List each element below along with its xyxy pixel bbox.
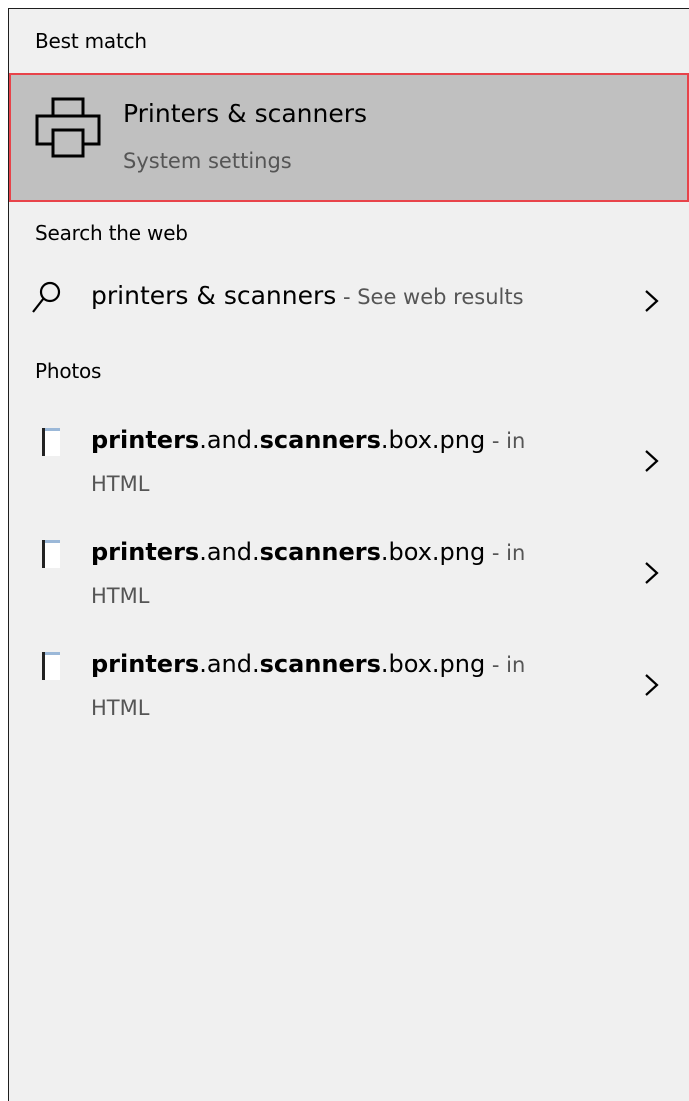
photos-header: Photos: [35, 359, 102, 383]
photo-file-name: printers.and.scanners.box.png - in: [91, 650, 525, 678]
file-icon: [42, 540, 60, 568]
file-name-part: printers: [91, 426, 200, 454]
best-match-header: Best match: [35, 29, 147, 53]
file-name-part: .box.png: [380, 538, 486, 566]
file-icon: [42, 652, 60, 680]
photo-file-name: printers.and.scanners.box.png - in: [91, 538, 525, 566]
printer-icon: [35, 97, 101, 158]
chevron-right-icon: [645, 290, 659, 312]
best-match-title: Printers & scanners: [123, 99, 368, 128]
chevron-right-icon: [645, 674, 659, 696]
photo-result-3[interactable]: printers.and.scanners.box.png - in HTML: [9, 645, 689, 741]
photo-in-label: - in: [485, 541, 526, 565]
web-search-hint: - See web results: [336, 285, 524, 309]
search-results-panel: Best match Printers & scanners System se…: [8, 8, 689, 1101]
file-name-part: .and.: [199, 426, 260, 454]
web-search-query: printers & scanners: [91, 281, 337, 310]
best-match-result[interactable]: Printers & scanners System settings: [9, 73, 689, 202]
photo-result-2[interactable]: printers.and.scanners.box.png - in HTML: [9, 533, 689, 629]
search-icon: [32, 281, 61, 313]
chevron-right-icon: [645, 562, 659, 584]
file-name-part: scanners: [259, 650, 381, 678]
photo-in-label: - in: [485, 653, 526, 677]
photo-in-label: - in: [485, 429, 526, 453]
photo-result-1[interactable]: printers.and.scanners.box.png - in HTML: [9, 421, 689, 517]
web-search-result[interactable]: printers & scanners - See web results: [9, 281, 689, 331]
photo-location: HTML: [91, 472, 150, 496]
file-icon: [42, 428, 60, 456]
file-name-part: printers: [91, 538, 200, 566]
best-match-subtitle: System settings: [123, 149, 292, 173]
file-name-part: .box.png: [380, 650, 486, 678]
chevron-right-icon: [645, 450, 659, 472]
file-name-part: printers: [91, 650, 200, 678]
photo-location: HTML: [91, 584, 150, 608]
file-name-part: scanners: [259, 538, 381, 566]
photo-location: HTML: [91, 696, 150, 720]
file-name-part: scanners: [259, 426, 381, 454]
search-web-header: Search the web: [35, 221, 188, 245]
file-name-part: .and.: [199, 538, 260, 566]
file-name-part: .box.png: [380, 426, 486, 454]
photo-file-name: printers.and.scanners.box.png - in: [91, 426, 525, 454]
web-search-text: printers & scanners - See web results: [91, 281, 524, 310]
file-name-part: .and.: [199, 650, 260, 678]
